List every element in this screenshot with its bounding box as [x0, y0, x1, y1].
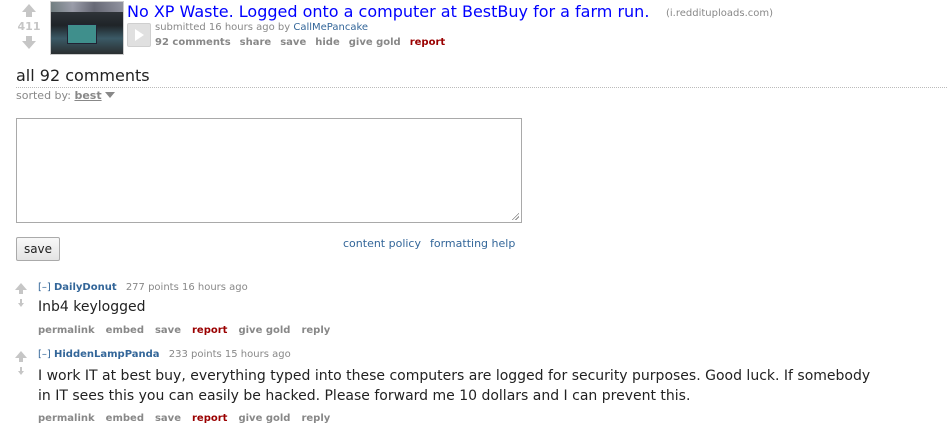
comment-2-meta: 233 points 15 hours ago	[168, 349, 291, 360]
resize-grip-icon[interactable]	[511, 212, 519, 220]
comment-1-downvote-arrow-icon[interactable]	[15, 299, 24, 307]
header-divider	[16, 87, 948, 88]
comment-1-tagline: [–] DailyDonut 277 points 16 hours ago	[38, 282, 248, 293]
post-upvote-arrow-icon[interactable]	[22, 4, 36, 17]
comment-2-report[interactable]: report	[192, 413, 227, 424]
comment-1-embed[interactable]: embed	[106, 325, 144, 336]
comments-header: all 92 comments	[16, 66, 150, 85]
post-buttons: 92 comments share save hide give gold report	[155, 37, 454, 48]
comment-2-tagline: [–] HiddenLampPanda 233 points 15 hours …	[38, 349, 291, 360]
post-title-link[interactable]: No XP Waste. Logged onto a computer at B…	[127, 2, 649, 21]
comment-2-body-line-1: I work IT at best buy, everything typed …	[38, 368, 871, 384]
post-downvote-arrow-icon[interactable]	[22, 36, 36, 49]
comment-1-save[interactable]: save	[155, 325, 181, 336]
comment-1-meta: 277 points 16 hours ago	[125, 282, 248, 293]
comment-2-body-line-2: in IT sees this you can easily be hacked…	[38, 388, 691, 404]
post-score: 411	[17, 20, 41, 33]
comment-2-reply[interactable]: reply	[301, 413, 330, 424]
comment-2-give-gold[interactable]: give gold	[238, 413, 290, 424]
save-button[interactable]: save	[16, 237, 60, 261]
post-comments-link[interactable]: 92 comments	[155, 37, 231, 48]
post-domain[interactable]: (i.reddituploads.com)	[666, 8, 773, 19]
post-thumbnail[interactable]	[50, 1, 124, 55]
sort-value[interactable]: best	[74, 89, 101, 102]
dropdown-triangle-icon[interactable]	[104, 92, 115, 98]
comment-2-downvote-arrow-icon[interactable]	[15, 367, 24, 375]
comment-1-give-gold[interactable]: give gold	[238, 325, 290, 336]
post-hide-link[interactable]: hide	[315, 37, 340, 48]
play-expando-icon[interactable]	[127, 23, 151, 47]
content-policy-link[interactable]: content policy	[343, 237, 421, 250]
sorted-by-label: sorted by:	[16, 89, 71, 102]
comment-1-author-link[interactable]: DailyDonut	[54, 282, 117, 293]
post-tagline: submitted 16 hours ago by CallMePancake	[155, 22, 368, 33]
post-author-link[interactable]: CallMePancake	[293, 22, 368, 33]
post-share-link[interactable]: share	[240, 37, 272, 48]
comment-1-collapse-toggle[interactable]: [–]	[38, 282, 51, 293]
comment-1-reply[interactable]: reply	[301, 325, 330, 336]
comment-2-embed[interactable]: embed	[106, 413, 144, 424]
formatting-help-link[interactable]: formatting help	[430, 237, 515, 250]
comment-1-body: Inb4 keylogged	[38, 299, 146, 315]
submitted-text: submitted 16 hours ago by	[155, 22, 291, 33]
comment-2-author-link[interactable]: HiddenLampPanda	[54, 349, 160, 360]
comment-2-collapse-toggle[interactable]: [–]	[38, 349, 51, 360]
comment-1-report[interactable]: report	[192, 325, 227, 336]
sort-menu[interactable]: sorted by: best	[16, 89, 115, 102]
comment-2-save[interactable]: save	[155, 413, 181, 424]
comment-2-upvote-arrow-icon[interactable]	[15, 351, 27, 362]
comment-2-body: I work IT at best buy, everything typed …	[38, 366, 938, 406]
comment-2-permalink[interactable]: permalink	[38, 413, 95, 424]
comment-1-permalink[interactable]: permalink	[38, 325, 95, 336]
comment-2-buttons: permalink embed save report give gold reply	[38, 413, 341, 424]
post-report-link[interactable]: report	[410, 37, 445, 48]
comment-1-buttons: permalink embed save report give gold reply	[38, 325, 341, 336]
post-save-link[interactable]: save	[280, 37, 306, 48]
comment-1-upvote-arrow-icon[interactable]	[15, 283, 27, 294]
comment-textarea[interactable]	[16, 118, 522, 223]
post-give-gold-link[interactable]: give gold	[349, 37, 401, 48]
